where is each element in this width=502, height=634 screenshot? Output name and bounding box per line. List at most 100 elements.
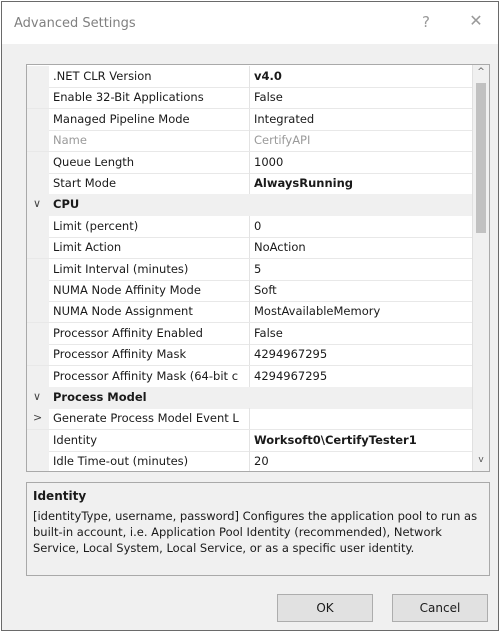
category-row[interactable]: ∨ CPU [27, 194, 474, 217]
row-gutter [27, 258, 49, 280]
vertical-scrollbar[interactable]: ^ v [472, 65, 489, 471]
property-row[interactable]: Idle Time-out (minutes) 20 [27, 451, 474, 471]
collapse-chevron-icon[interactable]: ∨ [33, 390, 41, 403]
property-row[interactable]: Identity Worksoft0\CertifyTester1 [27, 429, 474, 452]
property-value[interactable]: 0 [254, 219, 261, 233]
property-name: NUMA Node Affinity Mode [53, 283, 201, 297]
column-divider[interactable] [249, 87, 250, 109]
property-name: .NET CLR Version [53, 69, 152, 83]
ok-button[interactable]: OK [277, 594, 373, 622]
property-value[interactable]: Integrated [254, 112, 314, 126]
property-name: Processor Affinity Enabled [53, 325, 203, 340]
row-gutter [27, 451, 49, 471]
column-divider[interactable] [249, 237, 250, 259]
collapse-chevron-icon[interactable]: ∨ [33, 197, 41, 210]
scroll-down-icon[interactable]: v [473, 455, 489, 469]
property-row[interactable]: Limit Interval (minutes) 5 [27, 258, 474, 281]
window-title: Advanced Settings [14, 16, 136, 31]
help-icon[interactable]: ? [422, 13, 430, 31]
scroll-up-icon[interactable]: ^ [473, 67, 489, 81]
description-panel: Identity [identityType, username, passwo… [26, 482, 490, 576]
column-divider[interactable] [249, 66, 250, 87]
property-row[interactable]: Processor Affinity Mask (64-bit c 4294967… [27, 365, 474, 388]
column-divider[interactable] [249, 215, 250, 237]
row-gutter [27, 151, 49, 173]
property-row[interactable]: Managed Pipeline Mode Integrated [27, 108, 474, 131]
property-row[interactable]: NUMA Node Assignment MostAvailableMemory [27, 301, 474, 324]
property-name: Limit (percent) [53, 218, 139, 233]
close-icon[interactable]: ✕ [464, 10, 488, 34]
column-divider[interactable] [249, 322, 250, 344]
property-value[interactable]: v4.0 [254, 69, 282, 83]
column-divider[interactable] [249, 365, 250, 387]
property-row[interactable]: Enable 32-Bit Applications False [27, 87, 474, 110]
description-text: [identityType, username, password] Confi… [33, 509, 478, 555]
row-gutter [27, 344, 49, 366]
property-value[interactable]: 4294967295 [254, 369, 327, 383]
property-name: Processor Affinity Mask (64-bit c [53, 368, 239, 383]
property-row[interactable]: Processor Affinity Enabled False [27, 322, 474, 345]
column-divider[interactable] [249, 108, 250, 130]
property-row[interactable]: Limit Action NoAction [27, 237, 474, 260]
column-divider[interactable] [249, 344, 250, 366]
property-name: Generate Process Model Event L [53, 411, 239, 426]
column-divider[interactable] [249, 280, 250, 301]
property-grid[interactable]: .NET CLR Version v4.0 Enable 32-Bit Applic… [26, 64, 490, 472]
property-row[interactable]: Start Mode AlwaysRunning [27, 173, 474, 195]
property-value[interactable]: AlwaysRunning [254, 176, 353, 190]
property-name: Processor Affinity Mask [53, 347, 187, 362]
row-gutter [27, 322, 49, 344]
property-name: Start Mode [53, 176, 117, 190]
row-gutter [27, 365, 49, 387]
advanced-settings-dialog: Advanced Settings ? ✕ .NET CLR Version v4… [1, 1, 499, 631]
property-name: Idle Time-out (minutes) [53, 454, 189, 469]
row-gutter [27, 108, 49, 130]
category-label: CPU [53, 197, 80, 212]
row-gutter [27, 173, 49, 194]
column-divider[interactable] [249, 151, 250, 173]
category-row[interactable]: ∨ Process Model [27, 387, 474, 409]
property-value[interactable]: 1000 [254, 155, 283, 169]
property-row[interactable]: .NET CLR Version v4.0 [27, 66, 474, 88]
property-row[interactable]: NUMA Node Affinity Mode Soft [27, 280, 474, 302]
property-row[interactable]: Name CertifyAPI [27, 130, 474, 153]
property-value[interactable]: NoAction [254, 240, 306, 254]
property-value[interactable]: 5 [254, 262, 261, 276]
property-value[interactable]: 20 [254, 454, 269, 468]
column-divider[interactable] [249, 408, 250, 430]
column-divider[interactable] [249, 429, 250, 451]
property-value[interactable]: MostAvailableMemory [254, 304, 380, 318]
scroll-thumb[interactable] [476, 83, 486, 233]
property-row[interactable]: Limit (percent) 0 [27, 215, 474, 238]
row-gutter [27, 66, 49, 87]
property-name: Queue Length [53, 154, 135, 169]
property-value[interactable]: False [254, 326, 283, 340]
description-title: Identity [33, 489, 87, 503]
property-row[interactable]: > Generate Process Model Event L [27, 408, 474, 431]
column-divider[interactable] [249, 173, 250, 194]
property-name: Name [53, 133, 87, 148]
row-gutter [27, 280, 49, 301]
property-row[interactable]: Queue Length 1000 [27, 151, 474, 174]
row-gutter [27, 301, 49, 323]
row-gutter [27, 87, 49, 109]
expand-chevron-icon[interactable]: > [33, 411, 42, 424]
property-name: Managed Pipeline Mode [53, 111, 190, 126]
column-divider[interactable] [249, 451, 250, 471]
cancel-button[interactable]: Cancel [392, 594, 488, 622]
property-value[interactable]: Soft [254, 283, 277, 297]
row-gutter [27, 215, 49, 237]
property-value[interactable]: CertifyAPI [254, 133, 310, 147]
row-gutter [27, 429, 49, 451]
property-name: Identity [53, 432, 98, 447]
column-divider[interactable] [249, 258, 250, 280]
property-value[interactable]: 4294967295 [254, 347, 327, 361]
row-gutter [27, 130, 49, 152]
property-row[interactable]: Processor Affinity Mask 4294967295 [27, 344, 474, 367]
title-bar: Advanced Settings ? ✕ [2, 2, 498, 44]
column-divider[interactable] [249, 130, 250, 152]
column-divider[interactable] [249, 301, 250, 323]
property-value[interactable]: Worksoft0\CertifyTester1 [254, 433, 417, 447]
property-name: Enable 32-Bit Applications [53, 90, 204, 105]
property-value[interactable]: False [254, 90, 283, 104]
